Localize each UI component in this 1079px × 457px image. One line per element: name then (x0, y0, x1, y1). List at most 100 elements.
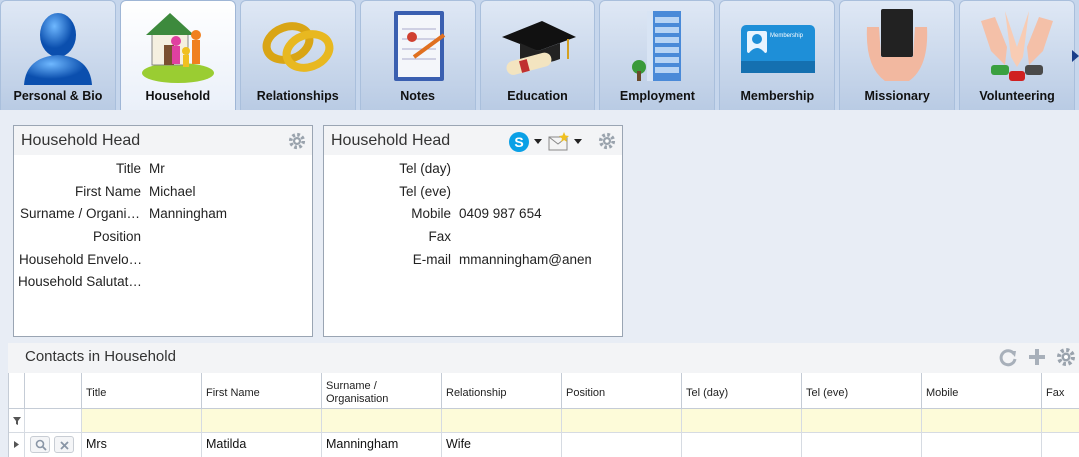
field-label: Position (92, 229, 141, 244)
cell-position[interactable] (562, 433, 682, 457)
tab-volunteering[interactable]: Volunteering (959, 0, 1076, 110)
gear-icon[interactable] (598, 132, 616, 150)
contacts-section-title: Contacts in Household (8, 343, 1079, 373)
notepad-icon (393, 11, 445, 81)
house-family-icon (141, 13, 214, 83)
tab-label: Personal & Bio (13, 89, 103, 103)
field-label: Household Salutat… (18, 274, 141, 289)
tab-label: Relationships (256, 89, 339, 103)
email-link[interactable]: mmanningham@anem (459, 250, 591, 270)
filter-icon[interactable] (13, 417, 21, 425)
magnifier-icon (35, 439, 47, 451)
household-head-contact-panel: Household Head S Tel (day) Tel (eve) Mob… (323, 125, 623, 337)
filter-cell (25, 409, 82, 433)
cell-tel-day[interactable] (682, 433, 802, 457)
tab-label: Household (145, 89, 211, 103)
column-header-tel-eve[interactable]: Tel (eve) (802, 373, 922, 409)
office-building-icon (632, 11, 682, 81)
filter-cell[interactable] (922, 409, 1042, 433)
wedding-rings-icon (262, 22, 334, 72)
field-label: Tel (day) (399, 161, 451, 176)
tab-label: Volunteering (979, 89, 1055, 103)
tab-label: Employment (619, 89, 695, 103)
person-silhouette-icon (23, 13, 92, 85)
field-value[interactable]: 0409 987 654 (459, 204, 591, 224)
remove-button[interactable] (54, 436, 74, 453)
skype-icon[interactable]: S (508, 131, 530, 153)
gear-icon[interactable] (1056, 347, 1076, 367)
raised-hands-icon (981, 11, 1054, 81)
filter-cell[interactable] (82, 409, 202, 433)
cell-title[interactable]: Mrs (82, 433, 202, 457)
column-header-position[interactable]: Position (562, 373, 682, 409)
column-header-mobile[interactable]: Mobile (922, 373, 1042, 409)
graduation-cap-icon (501, 21, 576, 75)
column-header-relationship[interactable]: Relationship (442, 373, 562, 409)
filter-row-indicator (9, 409, 25, 433)
row-actions (25, 433, 82, 457)
tab-label: Missionary (864, 89, 930, 103)
tab-missionary[interactable]: Missionary (839, 0, 956, 110)
field-label: Tel (eve) (399, 184, 451, 199)
tab-education[interactable]: Education (479, 0, 596, 110)
email-compose-icon[interactable] (548, 132, 570, 152)
column-header-fax[interactable]: Fax (1042, 373, 1079, 409)
field-value[interactable]: Manningham (149, 204, 309, 224)
field-label: Household Envelo… (19, 252, 141, 267)
contacts-grid: Title First Name Surname / Organisation … (8, 373, 1079, 457)
filter-cell[interactable] (562, 409, 682, 433)
filter-cell[interactable] (1042, 409, 1079, 433)
field-label: Mobile (411, 206, 451, 221)
cell-fax[interactable] (1042, 433, 1079, 457)
add-icon[interactable] (1027, 347, 1047, 367)
chevron-down-icon[interactable] (534, 139, 542, 145)
svg-text:S: S (514, 134, 523, 150)
field-label: Title (115, 161, 141, 176)
column-header-title[interactable]: Title (82, 373, 202, 409)
household-head-panel: Household Head Title Mr First Name Micha… (13, 125, 313, 337)
scroll-right-icon[interactable] (1071, 50, 1079, 62)
gear-icon[interactable] (288, 132, 306, 150)
tab-label: Notes (400, 89, 435, 103)
tab-relationships[interactable]: Relationships (239, 0, 356, 110)
membership-card-text: Membership (770, 33, 804, 39)
cell-mobile[interactable] (922, 433, 1042, 457)
tab-label: Membership (740, 89, 815, 103)
hands-bible-icon (866, 9, 928, 81)
filter-cell[interactable] (202, 409, 322, 433)
panel-title: Household Head (14, 126, 312, 156)
tab-label: Education (507, 89, 568, 103)
column-header-tel-day[interactable]: Tel (day) (682, 373, 802, 409)
cell-surname[interactable]: Manningham (322, 433, 442, 457)
field-value[interactable]: Michael (149, 182, 309, 202)
membership-card-icon: Membership (741, 25, 816, 73)
close-icon (60, 441, 69, 450)
tab-household[interactable]: Household (119, 0, 236, 110)
row-expander[interactable] (9, 433, 25, 457)
filter-cell[interactable] (322, 409, 442, 433)
cell-tel-eve[interactable] (802, 433, 922, 457)
tab-strip: Personal & Bio Household Relationships N… (0, 0, 1079, 110)
filter-cell[interactable] (682, 409, 802, 433)
field-label: E-mail (412, 252, 451, 267)
tab-notes[interactable]: Notes (359, 0, 476, 110)
field-label: Fax (428, 229, 451, 244)
row-indicator-header (9, 373, 25, 409)
field-value[interactable]: Mr (149, 159, 309, 179)
chevron-right-icon[interactable] (14, 441, 19, 448)
refresh-icon[interactable] (998, 347, 1018, 367)
field-label: First Name (74, 184, 141, 199)
filter-cell[interactable] (802, 409, 922, 433)
tab-personal-bio[interactable]: Personal & Bio (0, 0, 116, 110)
cell-relationship[interactable]: Wife (442, 433, 562, 457)
chevron-down-icon[interactable] (574, 139, 582, 145)
filter-cell[interactable] (442, 409, 562, 433)
tab-membership[interactable]: Membership Membership (719, 0, 836, 110)
cell-first-name[interactable]: Matilda (202, 433, 322, 457)
view-button[interactable] (30, 436, 50, 453)
column-header-surname[interactable]: Surname / Organisation (322, 373, 442, 409)
column-header-first-name[interactable]: First Name (202, 373, 322, 409)
action-column-header (25, 373, 82, 409)
field-label: Surname / Organi… (20, 206, 141, 221)
tab-employment[interactable]: Employment (599, 0, 716, 110)
